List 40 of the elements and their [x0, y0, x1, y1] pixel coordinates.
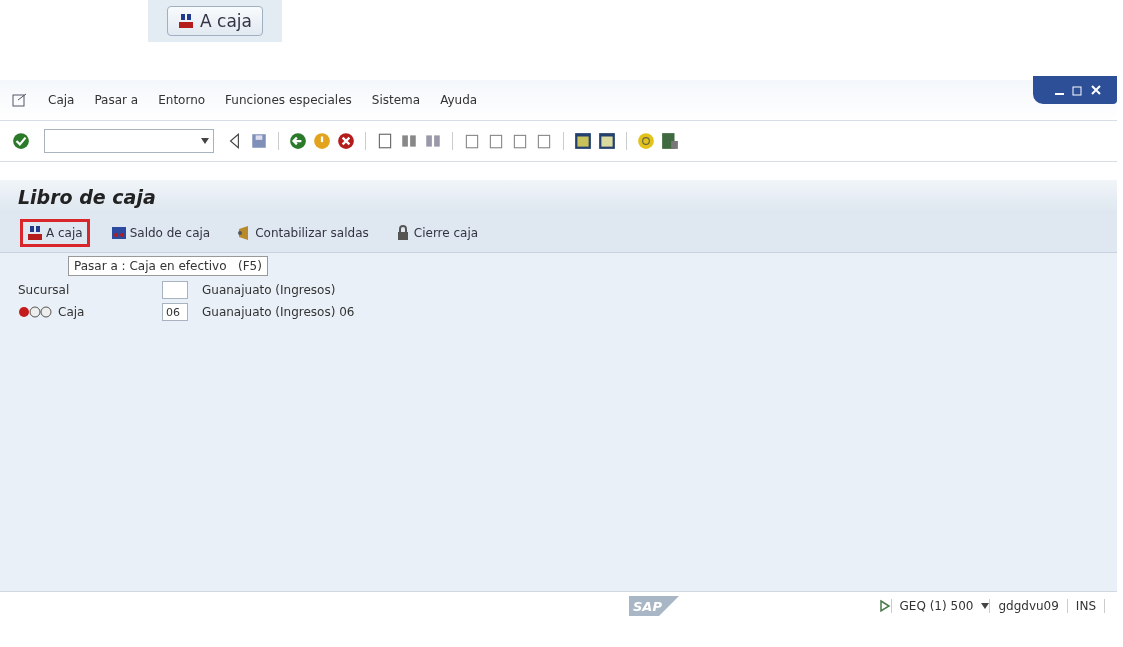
page-icon[interactable] — [535, 132, 553, 150]
close-icon[interactable] — [1089, 83, 1103, 97]
page-icon[interactable] — [511, 132, 529, 150]
field-description: Guanajuato (Ingresos) — [202, 283, 336, 297]
checkmark-icon[interactable] — [12, 132, 30, 150]
toolbar-button[interactable]: Cierre caja — [389, 219, 484, 247]
field-description: Guanajuato (Ingresos) 06 — [202, 305, 355, 319]
tooltip: Pasar a : Caja en efectivo (F5) — [68, 256, 268, 276]
play-icon[interactable] — [878, 599, 891, 613]
a-caja-button[interactable]: A caja — [167, 6, 263, 36]
menu-item[interactable]: Sistema — [371, 93, 421, 107]
field-label: Sucursal — [18, 283, 70, 297]
back-icon[interactable] — [289, 132, 307, 150]
toolbar-button[interactable]: A caja — [20, 219, 90, 247]
sap-logo: SAP — [628, 596, 679, 616]
window-icon[interactable] — [598, 132, 616, 150]
save-icon[interactable] — [250, 132, 268, 150]
server-name: gdgdvu09 — [989, 599, 1067, 613]
field-label: Caja — [58, 305, 85, 319]
system-info[interactable]: GEQ (1) 500 — [890, 599, 982, 613]
print-icon[interactable] — [376, 132, 394, 150]
menu-item[interactable]: Entorno — [158, 93, 206, 107]
menu-item[interactable]: Ayuda — [440, 93, 478, 107]
menu-item[interactable]: Funciones especiales — [225, 93, 352, 107]
screen-title: Libro de caja — [18, 186, 156, 208]
menu-item[interactable]: Pasar a — [94, 93, 139, 107]
menu-item[interactable]: Caja — [48, 93, 75, 107]
page-icon[interactable] — [463, 132, 481, 150]
input-field[interactable]: 06 — [162, 303, 188, 321]
caret-icon — [201, 138, 209, 144]
page-icon[interactable] — [487, 132, 505, 150]
command-field[interactable] — [44, 129, 214, 153]
toolbar-button[interactable]: Contabilizar saldas — [231, 219, 374, 247]
toolbar-button[interactable]: Saldo de caja — [105, 219, 216, 247]
cancel-icon[interactable] — [337, 132, 355, 150]
window-icon[interactable] — [574, 132, 592, 150]
input-field[interactable] — [162, 281, 188, 299]
input-mode: INS — [1066, 599, 1104, 613]
restore-icon[interactable] — [1071, 83, 1085, 97]
caret-icon[interactable] — [981, 603, 990, 609]
